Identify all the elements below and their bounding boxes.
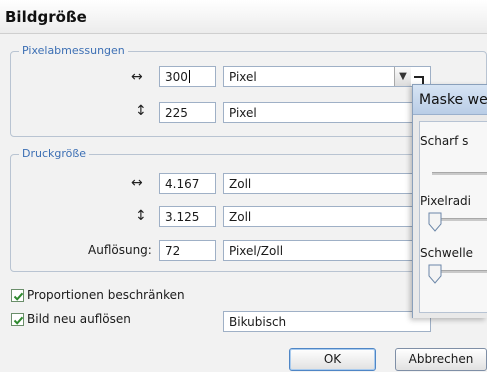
pixel-height-unit: Pixel bbox=[229, 106, 257, 120]
title-bar: Bildgröße bbox=[0, 0, 487, 34]
constrain-proportions-checkbox[interactable] bbox=[11, 289, 24, 302]
cancel-button[interactable]: Abbrechen bbox=[395, 348, 487, 371]
pixel-width-unit-select[interactable]: Pixel ▼ bbox=[223, 66, 431, 87]
width-arrow-icon: ↔ bbox=[131, 175, 143, 191]
pixel-width-input[interactable]: 300 bbox=[159, 66, 216, 87]
print-height-unit-select[interactable]: Zoll bbox=[223, 206, 431, 227]
text-caret bbox=[188, 70, 190, 83]
print-height-input[interactable]: 3.125 bbox=[159, 206, 216, 227]
checkmark-icon bbox=[13, 292, 24, 301]
threshold-label: Schwelle bbox=[420, 246, 474, 260]
resolution-input[interactable]: 72 bbox=[159, 240, 216, 261]
mask-panel: Scharf s Pixelradi Schwelle bbox=[419, 121, 487, 313]
dialog-title: Bildgröße bbox=[5, 8, 87, 26]
print-width-unit-select[interactable]: Zoll bbox=[223, 173, 431, 194]
resolution-value: 72 bbox=[165, 244, 181, 258]
print-height-unit: Zoll bbox=[229, 210, 252, 224]
threshold-slider-thumb[interactable] bbox=[428, 264, 442, 284]
print-width-unit: Zoll bbox=[229, 177, 252, 191]
unsharp-mask-dialog: Maske we Scharf s Pixelradi Schwelle bbox=[412, 84, 487, 318]
mask-dialog-title: Maske we bbox=[419, 92, 487, 108]
checkmark-icon bbox=[13, 316, 24, 325]
radius-label: Pixelradi bbox=[420, 194, 471, 208]
print-height-value: 3.125 bbox=[165, 210, 200, 224]
resample-method: Bikubisch bbox=[229, 315, 287, 329]
width-arrow-icon: ↔ bbox=[131, 69, 143, 85]
resample-checkbox[interactable] bbox=[11, 313, 24, 326]
print-size-legend: Druckgröße bbox=[19, 147, 90, 160]
sharpen-slider-track[interactable] bbox=[432, 172, 487, 175]
resample-method-select[interactable]: Bikubisch bbox=[223, 311, 431, 332]
height-arrow-icon: ↕ bbox=[135, 208, 147, 224]
ok-button[interactable]: OK bbox=[289, 348, 376, 371]
constrain-proportions-label: Proportionen beschränken bbox=[27, 288, 185, 302]
pixel-width-value: 300 bbox=[165, 70, 188, 84]
sharpen-label: Scharf s bbox=[420, 134, 469, 148]
resolution-unit: Pixel/Zoll bbox=[229, 244, 284, 258]
print-width-input[interactable]: 4.167 bbox=[159, 173, 216, 194]
resolution-unit-select[interactable]: Pixel/Zoll bbox=[223, 240, 431, 261]
mask-title-bar: Maske we bbox=[413, 85, 487, 115]
radius-slider-thumb[interactable] bbox=[428, 212, 442, 232]
resample-label: Bild neu auflösen bbox=[27, 312, 131, 326]
image-size-dialog: Bildgröße Pixelabmessungen ↔ 300 Pixel ▼… bbox=[0, 0, 487, 372]
height-arrow-icon: ↕ bbox=[135, 103, 147, 119]
print-width-value: 4.167 bbox=[165, 177, 200, 191]
resolution-label: Auflösung: bbox=[88, 243, 152, 257]
chevron-down-icon[interactable]: ▼ bbox=[394, 67, 411, 86]
pixel-height-value: 225 bbox=[165, 106, 188, 120]
pixel-height-input[interactable]: 225 bbox=[159, 102, 216, 123]
pixel-height-unit-select[interactable]: Pixel bbox=[223, 102, 431, 123]
pixel-width-unit: Pixel bbox=[229, 70, 257, 84]
pixel-dimensions-legend: Pixelabmessungen bbox=[19, 44, 128, 57]
